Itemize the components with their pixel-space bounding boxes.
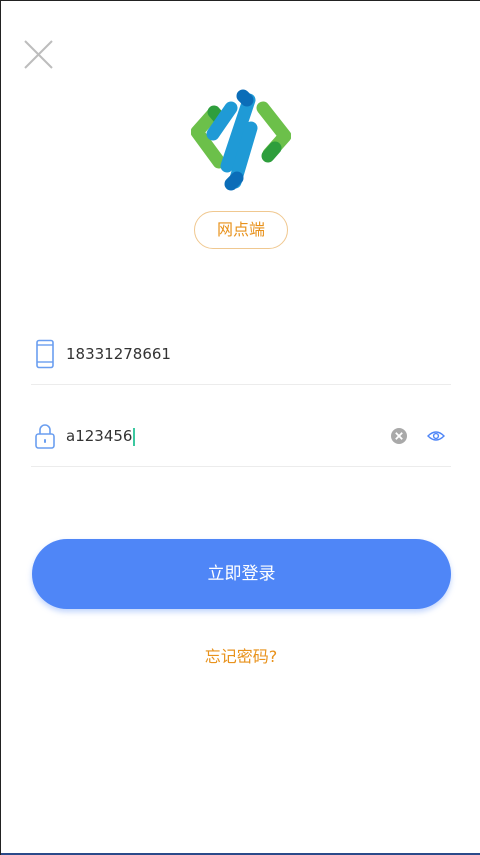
app-logo-icon [190, 86, 292, 196]
text-caret [133, 427, 136, 446]
role-badge: 网点端 [194, 211, 288, 249]
password-value: a123456 [66, 427, 133, 445]
login-button[interactable]: 立即登录 [32, 539, 451, 609]
phone-field[interactable]: 18331278661 [31, 325, 451, 385]
close-icon[interactable] [21, 37, 57, 73]
phone-input[interactable]: 18331278661 [66, 339, 366, 369]
login-screen: 网点端 18331278661 a123456 立即登录 忘记密码? [0, 0, 480, 855]
password-field[interactable]: a123456 [31, 407, 451, 467]
eye-icon[interactable] [427, 428, 445, 442]
phone-icon [33, 339, 57, 369]
clear-icon[interactable] [390, 427, 408, 445]
forgot-password-link[interactable]: 忘记密码? [1, 643, 480, 667]
lock-icon [33, 421, 57, 451]
password-input[interactable]: a123456 [66, 421, 366, 451]
